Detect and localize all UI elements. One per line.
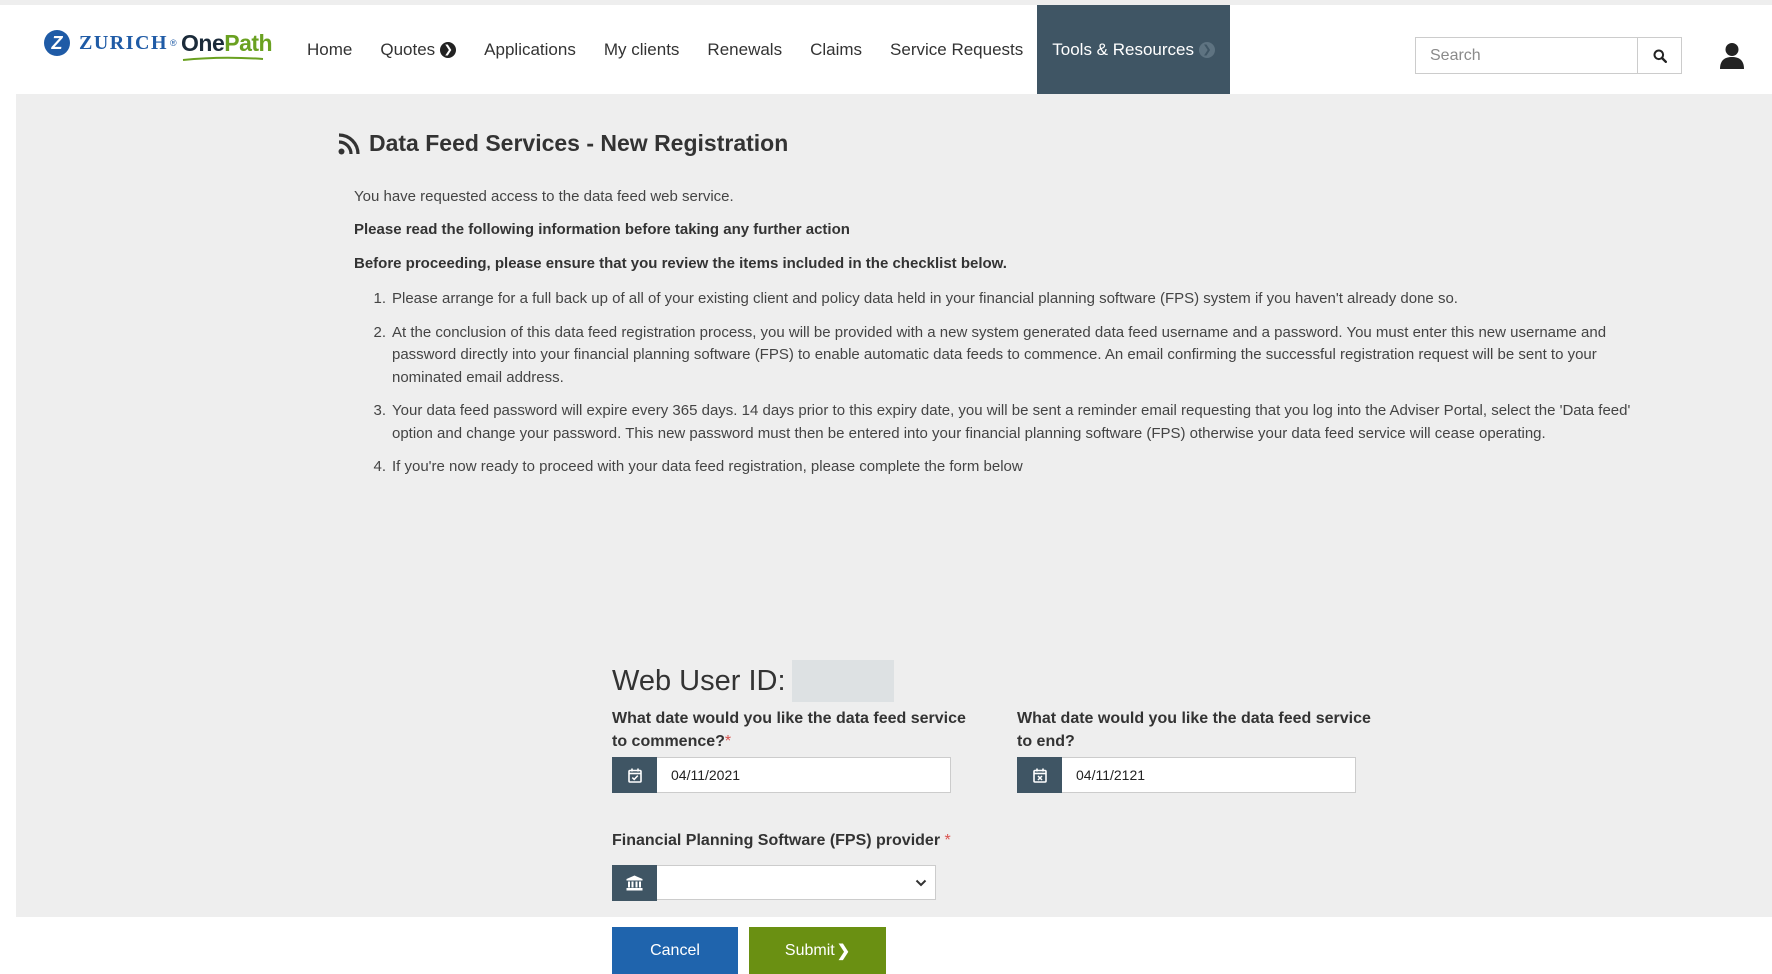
start-date-field [612,757,951,793]
start-date-input[interactable] [657,757,951,793]
checklist-item-number: 4. [373,458,386,475]
nav-applications[interactable]: Applications [470,5,590,94]
onepath-logo[interactable]: OnePath [181,30,273,61]
bank-icon [626,875,643,891]
user-icon[interactable] [1719,42,1745,70]
web-user-id-label: Web User ID: [612,664,786,697]
calendar-times-icon [1032,768,1047,783]
search-button[interactable] [1637,37,1682,74]
nav-tools-resources[interactable]: Tools & Resources ❯ [1037,5,1230,94]
notice-text: Please read the following information be… [354,221,850,238]
onepath-logo-path: Path [224,30,273,56]
main-nav: Home Quotes ❯ Applications My clients Re… [293,5,1230,94]
nav-home-label: Home [307,39,353,59]
zurich-registered-mark: ® [170,38,177,48]
nav-claims[interactable]: Claims [796,5,876,94]
zurich-logo-mark: Z [44,30,70,56]
chevron-circle-right-icon: ❯ [1199,41,1215,58]
web-user-id: Web User ID: [612,660,894,702]
fps-provider-field [612,865,936,901]
checklist-item: 4. If you're now ready to proceed with y… [354,456,1674,479]
nav-service-requests-label: Service Requests [890,39,1024,59]
calendar-check-icon [627,768,642,783]
nav-home[interactable]: Home [293,5,366,94]
checklist-item: 1. Please arrange for a full back up of … [354,288,1674,311]
nav-quotes[interactable]: Quotes ❯ [366,5,470,94]
end-date-field [1017,757,1356,793]
start-date-label: What date would you like the data feed s… [612,707,972,753]
nav-quotes-label: Quotes [380,39,436,59]
checklist-item-number: 3. [373,402,386,419]
chevron-circle-right-icon: ❯ [440,41,457,58]
intro-text: You have requested access to the data fe… [354,188,734,205]
top-navbar: Z ZURICH ® OnePath Home Quotes ❯ Applica… [0,0,1772,94]
page-title: Data Feed Services - New Registration [338,130,788,157]
fps-provider-label-text: Financial Planning Software (FPS) provid… [612,832,941,849]
nav-renewals[interactable]: Renewals [693,5,796,94]
nav-claims-label: Claims [810,39,863,59]
search-input[interactable] [1415,37,1637,74]
nav-applications-label: Applications [484,39,576,59]
start-date-label-text: What date would you like the data feed s… [612,710,966,750]
search-icon [1653,49,1667,63]
end-date-picker-button[interactable] [1017,757,1062,793]
cancel-button-label: Cancel [650,941,700,959]
nav-my-clients-label: My clients [603,39,680,59]
required-marker: * [724,733,732,750]
chevron-down-icon [915,879,927,887]
fps-provider-select[interactable] [657,865,936,900]
checklist-heading: Before proceeding, please ensure that yo… [354,255,1007,272]
required-marker: * [944,832,951,849]
web-user-id-value [791,660,894,702]
fps-provider-addon [612,865,657,901]
start-date-picker-button[interactable] [612,757,657,793]
end-date-input[interactable] [1062,757,1356,793]
checklist-item: 2. At the conclusion of this data feed r… [354,322,1674,390]
end-date-label: What date would you like the data feed s… [1017,707,1387,753]
checklist-item-number: 1. [373,290,386,307]
rss-icon [338,132,360,154]
nav-renewals-label: Renewals [707,39,783,59]
zurich-logo-text: ZURICH [79,31,169,54]
checklist-item-text: If you're now ready to proceed with your… [392,458,1023,475]
checklist-item-text: At the conclusion of this data feed regi… [392,323,1607,386]
submit-button[interactable]: Submit ❯ [749,927,886,974]
chevron-right-icon: ❯ [836,942,851,960]
onepath-logo-one: One [181,30,225,56]
nav-service-requests[interactable]: Service Requests [876,5,1037,94]
end-date-label-text: What date would you like the data feed s… [1017,710,1371,750]
checklist: 1. Please arrange for a full back up of … [354,288,1674,490]
onepath-swoosh [182,56,264,61]
nav-tools-resources-label: Tools & Resources [1052,39,1194,59]
cancel-button[interactable]: Cancel [612,927,738,974]
checklist-item-text: Your data feed password will expire ever… [392,402,1631,442]
page-title-text: Data Feed Services - New Registration [369,130,789,156]
zurich-logo[interactable]: Z ZURICH ® [44,30,177,56]
checklist-item-text: Please arrange for a full back up of all… [392,290,1458,307]
fps-provider-label: Financial Planning Software (FPS) provid… [612,829,951,852]
nav-my-clients[interactable]: My clients [590,5,694,94]
main-content: Data Feed Services - New Registration Yo… [16,94,1772,974]
checklist-item: 3. Your data feed password will expire e… [354,400,1674,445]
checklist-item-number: 2. [373,323,386,341]
submit-button-label: Submit [784,941,835,959]
search-bar [1415,37,1682,74]
